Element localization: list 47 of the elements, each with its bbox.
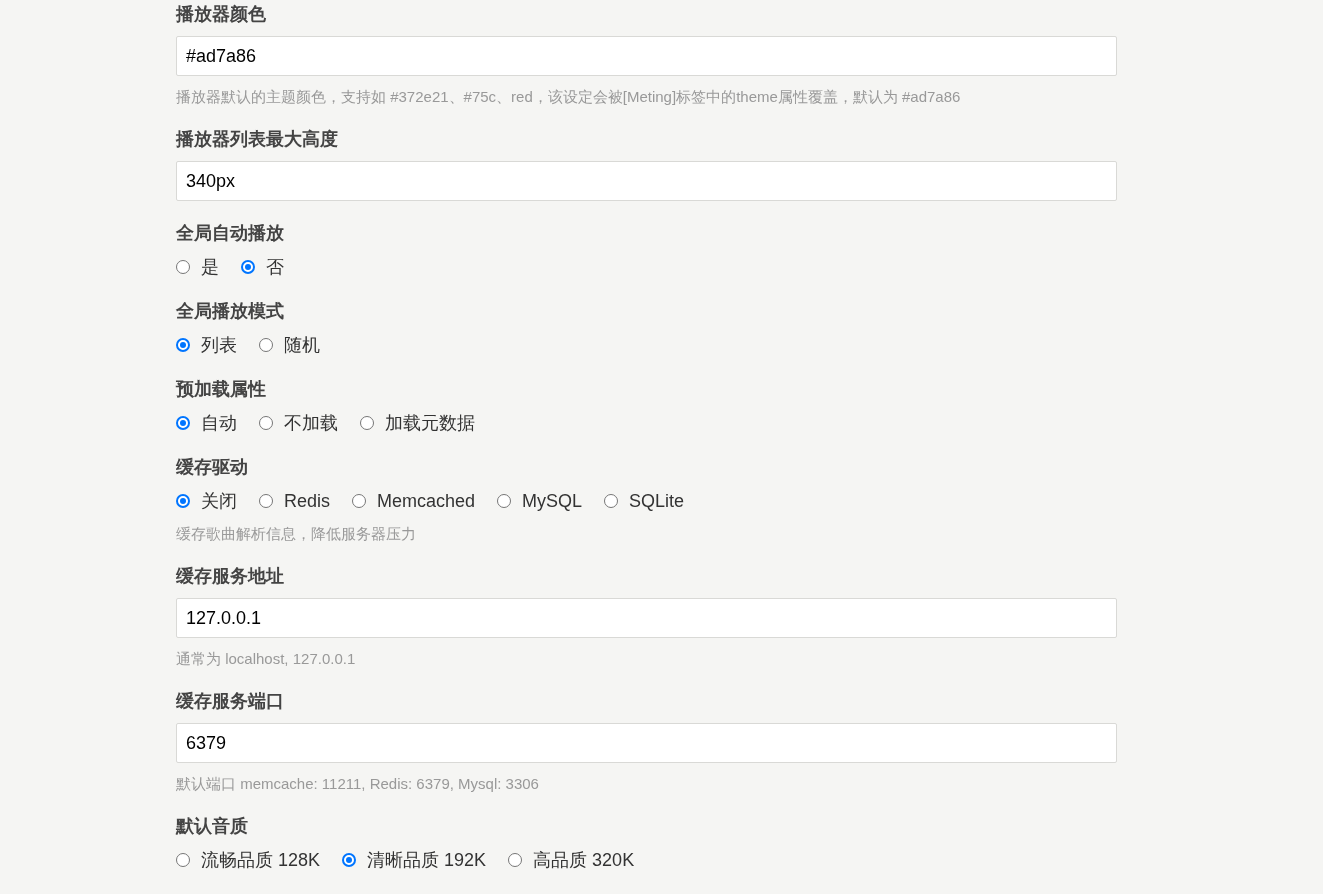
field-label: 预加载属性 [176, 378, 267, 401]
field-label: 播放器列表最大高度 [176, 128, 339, 151]
radio-button[interactable] [604, 494, 619, 508]
radio-button[interactable] [241, 260, 255, 274]
radio-label[interactable]: Memcached [377, 489, 476, 513]
radio-button[interactable] [176, 338, 190, 352]
radio-button[interactable] [176, 260, 190, 274]
hint-text: 通常为 localhost, 127.0.0.1 [176, 649, 357, 669]
radio-label[interactable]: 否 [266, 255, 284, 279]
radio-label[interactable]: 是 [201, 255, 219, 279]
radio-button[interactable] [352, 494, 367, 508]
radio-label[interactable]: Redis [284, 489, 331, 513]
field-label: 缓存驱动 [176, 456, 249, 479]
text-field[interactable]: 340px [176, 161, 1117, 201]
field-label: 全局播放模式 [176, 300, 285, 323]
radio-button[interactable] [259, 416, 273, 430]
radio-label[interactable]: 随机 [284, 333, 320, 357]
radio-label[interactable]: 流畅品质 128K [201, 848, 321, 872]
hint-text: 缓存歌曲解析信息，降低服务器压力 [176, 524, 417, 544]
radio-label[interactable]: SQLite [629, 489, 685, 513]
text-field[interactable]: #ad7a86 [176, 36, 1117, 76]
text-field[interactable]: 6379 [176, 723, 1117, 763]
field-label: 缓存服务地址 [176, 565, 285, 588]
field-label: 缓存服务端口 [176, 690, 285, 713]
radio-label[interactable]: 清晰品质 192K [367, 848, 487, 872]
field-label: 默认音质 [176, 815, 249, 838]
radio-button[interactable] [497, 494, 512, 508]
field-label: 全局自动播放 [176, 222, 285, 245]
radio-label[interactable]: 自动 [201, 411, 237, 435]
radio-label[interactable]: 加载元数据 [385, 411, 475, 435]
radio-label[interactable]: 关闭 [201, 489, 237, 513]
radio-button[interactable] [176, 494, 190, 508]
radio-label[interactable]: MySQL [522, 489, 583, 513]
text-field[interactable]: 127.0.0.1 [176, 598, 1117, 638]
radio-button[interactable] [176, 853, 190, 867]
radio-button[interactable] [342, 853, 357, 867]
hint-text: 播放器默认的主题颜色，支持如 #372e21、#75c、red，该设定会被[Meting]标签中的theme属性覆盖，默认为 #ad7a86 [176, 87, 962, 107]
hint-text: 默认端口 memcache: 11211, Redis: 6379, Mysql: 3306 [176, 774, 540, 794]
radio-button[interactable] [259, 338, 273, 352]
radio-button[interactable] [259, 494, 273, 508]
radio-button[interactable] [508, 853, 523, 867]
radio-button[interactable] [360, 416, 374, 430]
radio-label[interactable]: 高品质 320K [533, 848, 635, 872]
radio-label[interactable]: 不加载 [284, 411, 338, 435]
radio-label[interactable]: 列表 [201, 333, 237, 357]
radio-button[interactable] [176, 416, 190, 430]
field-label: 播放器颜色 [176, 3, 267, 26]
